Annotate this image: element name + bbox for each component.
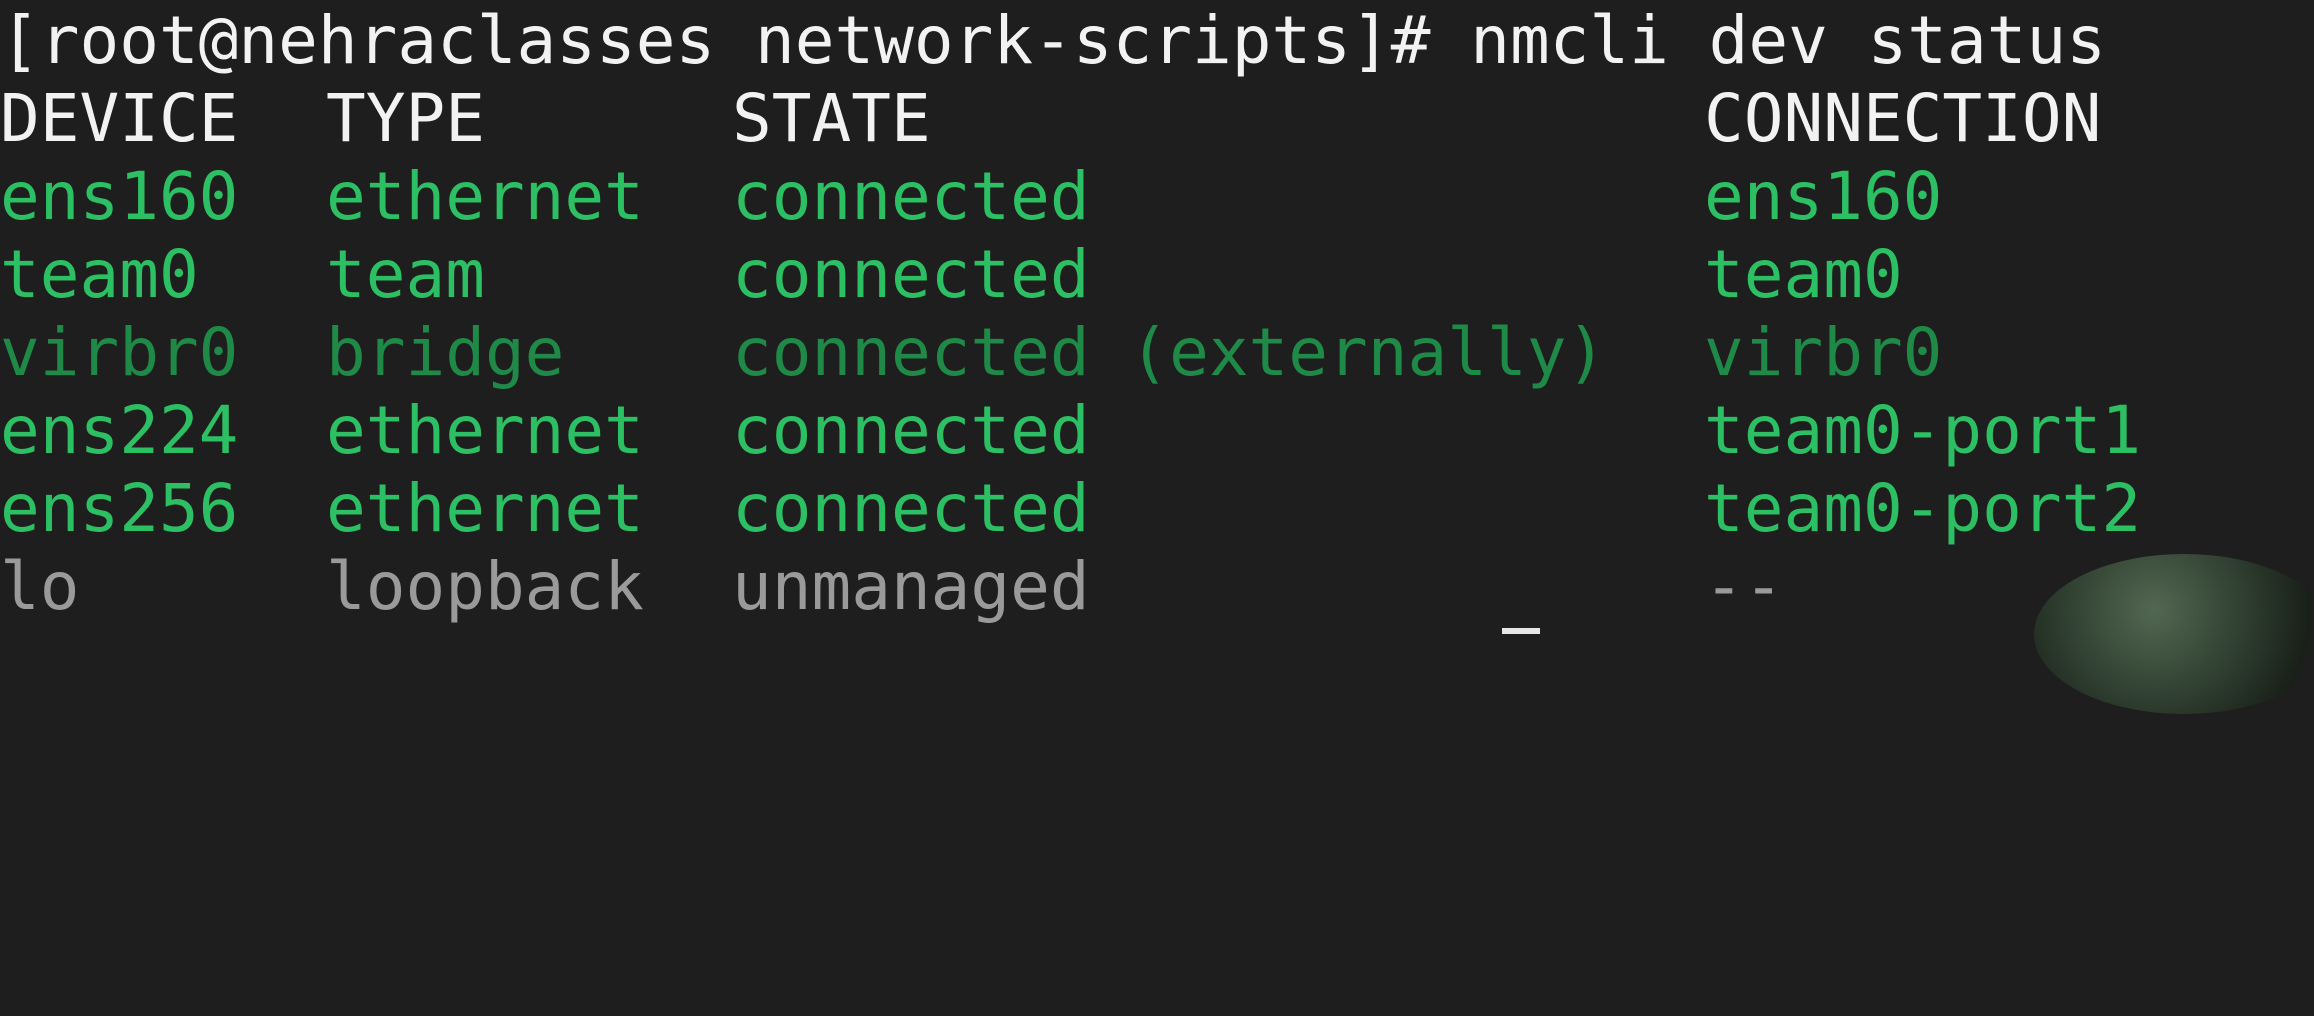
header-type: TYPE: [326, 80, 485, 157]
row-device: lo: [0, 548, 80, 625]
header-device: DEVICE: [0, 80, 239, 157]
table-header: DEVICE TYPE STATE CONNECTION: [0, 80, 2101, 158]
row-state: connected: [732, 392, 1090, 469]
header-state: STATE: [732, 80, 931, 157]
row-type: bridge: [326, 314, 565, 391]
table-row: ens224 ethernet connected team0-port1: [0, 392, 2141, 470]
row-type: team: [326, 236, 485, 313]
row-state: connected (externally): [732, 314, 1607, 391]
row-connection: --: [1704, 548, 1784, 625]
row-device: ens224: [0, 392, 239, 469]
row-device: ens160: [0, 158, 239, 235]
row-type: ethernet: [326, 392, 644, 469]
table-row: team0 team connected team0: [0, 236, 1903, 314]
row-device: virbr0: [0, 314, 239, 391]
row-device: ens256: [0, 470, 239, 547]
terminal-window[interactable]: [root@nehraclasses network-scripts]# nmc…: [0, 0, 2314, 714]
row-device: team0: [0, 236, 199, 313]
row-state: connected: [732, 470, 1090, 547]
row-type: ethernet: [326, 158, 644, 235]
row-type: loopback: [326, 548, 644, 625]
row-connection: team0-port2: [1704, 470, 2142, 547]
row-connection: team0-port1: [1704, 392, 2142, 469]
table-row: lo loopback unmanaged --: [0, 548, 1783, 626]
table-row: ens256 ethernet connected team0-port2: [0, 470, 2141, 548]
command-prompt-line: [root@nehraclasses network-scripts]# nmc…: [0, 2, 2106, 80]
table-row: ens160 ethernet connected ens160: [0, 158, 1942, 236]
row-state: connected: [732, 236, 1090, 313]
row-state: unmanaged: [732, 548, 1090, 625]
command-text: [root@nehraclasses network-scripts]# nmc…: [0, 2, 2106, 79]
row-type: ethernet: [326, 470, 644, 547]
row-state: connected: [732, 158, 1090, 235]
row-connection: virbr0: [1704, 314, 1943, 391]
presenter-overlay: [2034, 554, 2314, 714]
header-connection: CONNECTION: [1704, 80, 2102, 157]
row-connection: ens160: [1704, 158, 1943, 235]
row-connection: team0: [1704, 236, 1903, 313]
table-row: virbr0 bridge connected (externally) vir…: [0, 314, 1942, 392]
text-cursor: [1502, 628, 1540, 634]
